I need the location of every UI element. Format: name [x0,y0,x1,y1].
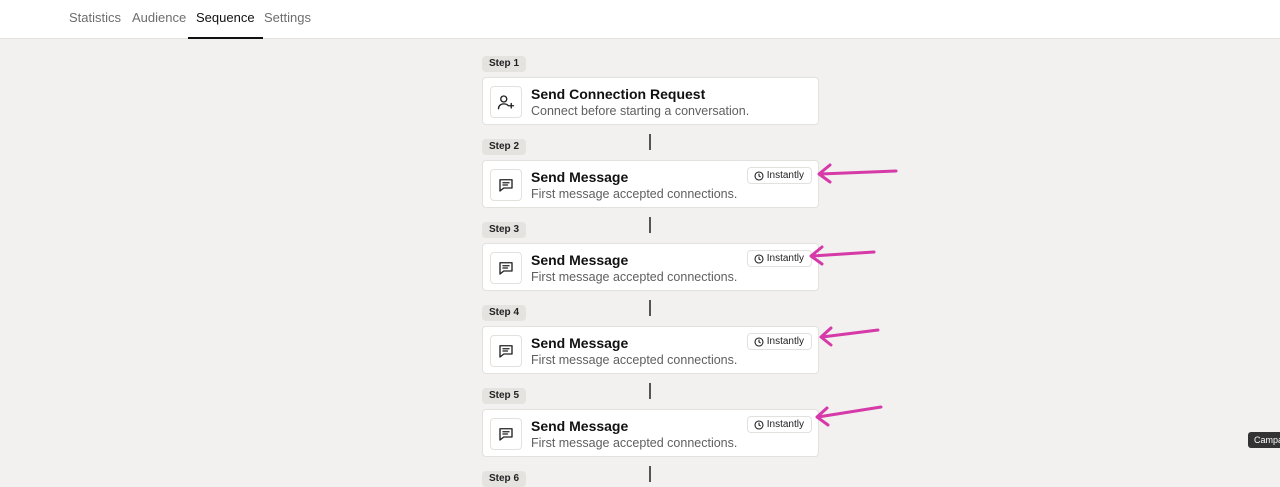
timing-badge[interactable]: Instantly [746,167,812,184]
timing-label: Instantly [766,419,804,430]
step-card-message[interactable]: Send Message First message accepted conn… [482,326,819,374]
message-icon [490,169,522,201]
annotation-arrow [815,405,883,427]
step-badge: Step 2 [482,139,527,155]
step-connector [649,300,651,316]
tab-sequence[interactable]: Sequence [188,0,263,39]
step-badge: Step 5 [482,388,527,404]
message-icon [490,335,522,367]
annotation-arrow [817,163,898,184]
step-badge: Step 4 [482,305,527,321]
clock-icon [754,336,764,347]
message-icon [490,418,522,450]
step-subtitle: Connect before starting a conversation. [531,104,750,118]
step-badge: Step 3 [482,222,527,238]
step-card-connection-request[interactable]: Send Connection Request Connect before s… [482,77,819,125]
step-title: Send Message [531,335,629,351]
top-nav: Statistics Audience Sequence Settings [0,0,1280,39]
tab-audience[interactable]: Audience [132,0,186,39]
step-card-message[interactable]: Send Message First message accepted conn… [482,409,819,457]
step-subtitle: First message accepted connections. [531,270,738,284]
step-title: Send Message [531,418,629,434]
step-connector [649,134,651,150]
step-subtitle: First message accepted connections. [531,353,738,367]
side-tag[interactable]: Campa [1248,432,1280,448]
user-plus-icon [490,86,522,118]
step-title: Send Connection Request [531,86,706,102]
step-connector [649,466,651,482]
timing-label: Instantly [766,336,804,347]
message-icon [490,252,522,284]
step-connector [649,383,651,399]
step-subtitle: First message accepted connections. [531,187,738,201]
clock-icon [754,253,764,264]
clock-icon [754,170,764,181]
timing-badge[interactable]: Instantly [746,333,812,350]
step-card-message[interactable]: Send Message First message accepted conn… [482,243,819,291]
step-connector [649,217,651,233]
step-badge: Step 1 [482,56,527,72]
clock-icon [754,419,764,430]
tab-statistics[interactable]: Statistics [69,0,121,39]
step-card-message[interactable]: Send Message First message accepted conn… [482,160,819,208]
step-badge: Step 6 [482,471,527,487]
step-title: Send Message [531,252,629,268]
step-subtitle: First message accepted connections. [531,436,738,450]
tab-settings[interactable]: Settings [264,0,311,39]
step-title: Send Message [531,169,629,185]
annotation-arrow [809,245,876,266]
timing-label: Instantly [766,253,804,264]
annotation-arrow [819,326,880,347]
timing-badge[interactable]: Instantly [746,416,812,433]
timing-label: Instantly [766,170,804,181]
